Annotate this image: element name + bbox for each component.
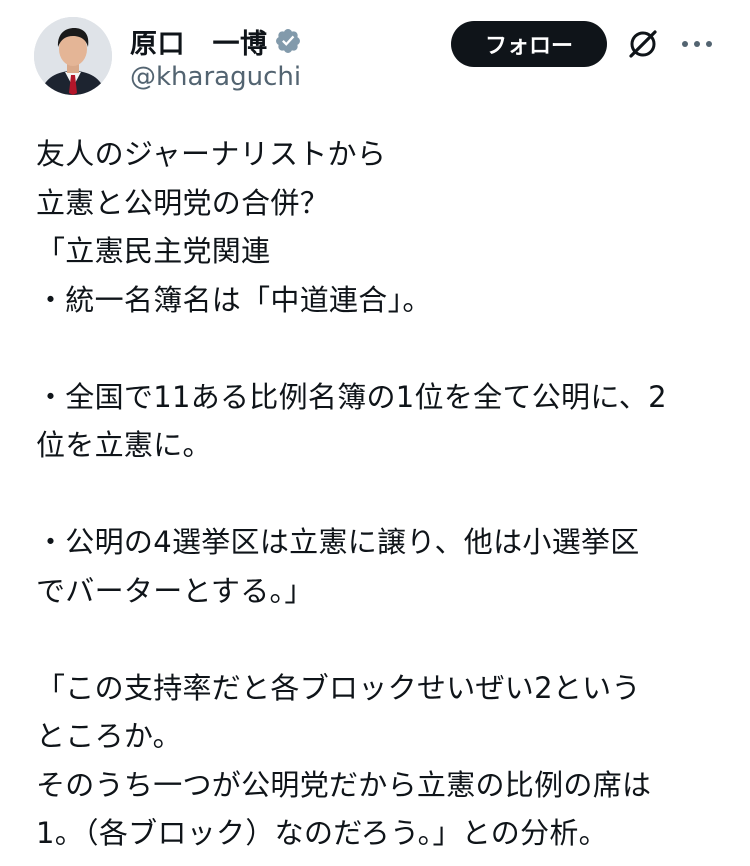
post-text-line: 「立憲民主党関連 xyxy=(36,234,271,268)
post-text-line: ・公明の4選挙区は立憲に譲り、他は小選挙区 xyxy=(36,525,640,559)
post-text-line: 位を立憲に。 xyxy=(36,428,212,462)
post-text-line: 「この支持率だと各ブロックせいぜい2という xyxy=(36,670,641,705)
post-text-line: 友人のジャーナリストから xyxy=(36,137,387,171)
post-text-line: 立憲と公明党の合併？ xyxy=(36,185,330,220)
post-text-line: ・統一名簿名は「中道連合」。 xyxy=(36,282,432,317)
post-blank-line xyxy=(36,470,726,519)
post-text-line: 1。（各ブロック）なのだろう。」との分析。 xyxy=(36,816,608,850)
post-text-line: ところか。 xyxy=(36,719,182,753)
author-display-name[interactable]: 原口 一博 xyxy=(130,22,268,61)
author-name-row[interactable]: 原口 一博 xyxy=(130,22,302,60)
post-text: 友人のジャーナリストから 立憲と公明党の合併？ 「立憲民主党関連・統一名簿名は「中道… xyxy=(36,130,726,858)
post-header: 原口 一博 @kharaguchi フォロー xyxy=(0,0,750,110)
post-blank-line xyxy=(36,615,726,664)
follow-button[interactable]: フォロー xyxy=(451,21,607,67)
grok-slash-icon[interactable] xyxy=(624,25,662,63)
verified-badge-icon xyxy=(274,27,302,55)
author-handle[interactable]: @kharaguchi xyxy=(130,62,301,92)
post-blank-line xyxy=(36,324,726,373)
post-text-line: ・全国で11ある比例名簿の1位を全て公明に、2 xyxy=(36,379,667,414)
post-text-line: でバーターとする。」 xyxy=(36,573,314,608)
avatar-image xyxy=(34,17,112,95)
author-avatar[interactable] xyxy=(34,17,112,95)
post-text-line: そのうち一つが公明党だから立憲の比例の席は xyxy=(36,767,652,802)
more-horizontal-icon[interactable] xyxy=(678,34,716,54)
